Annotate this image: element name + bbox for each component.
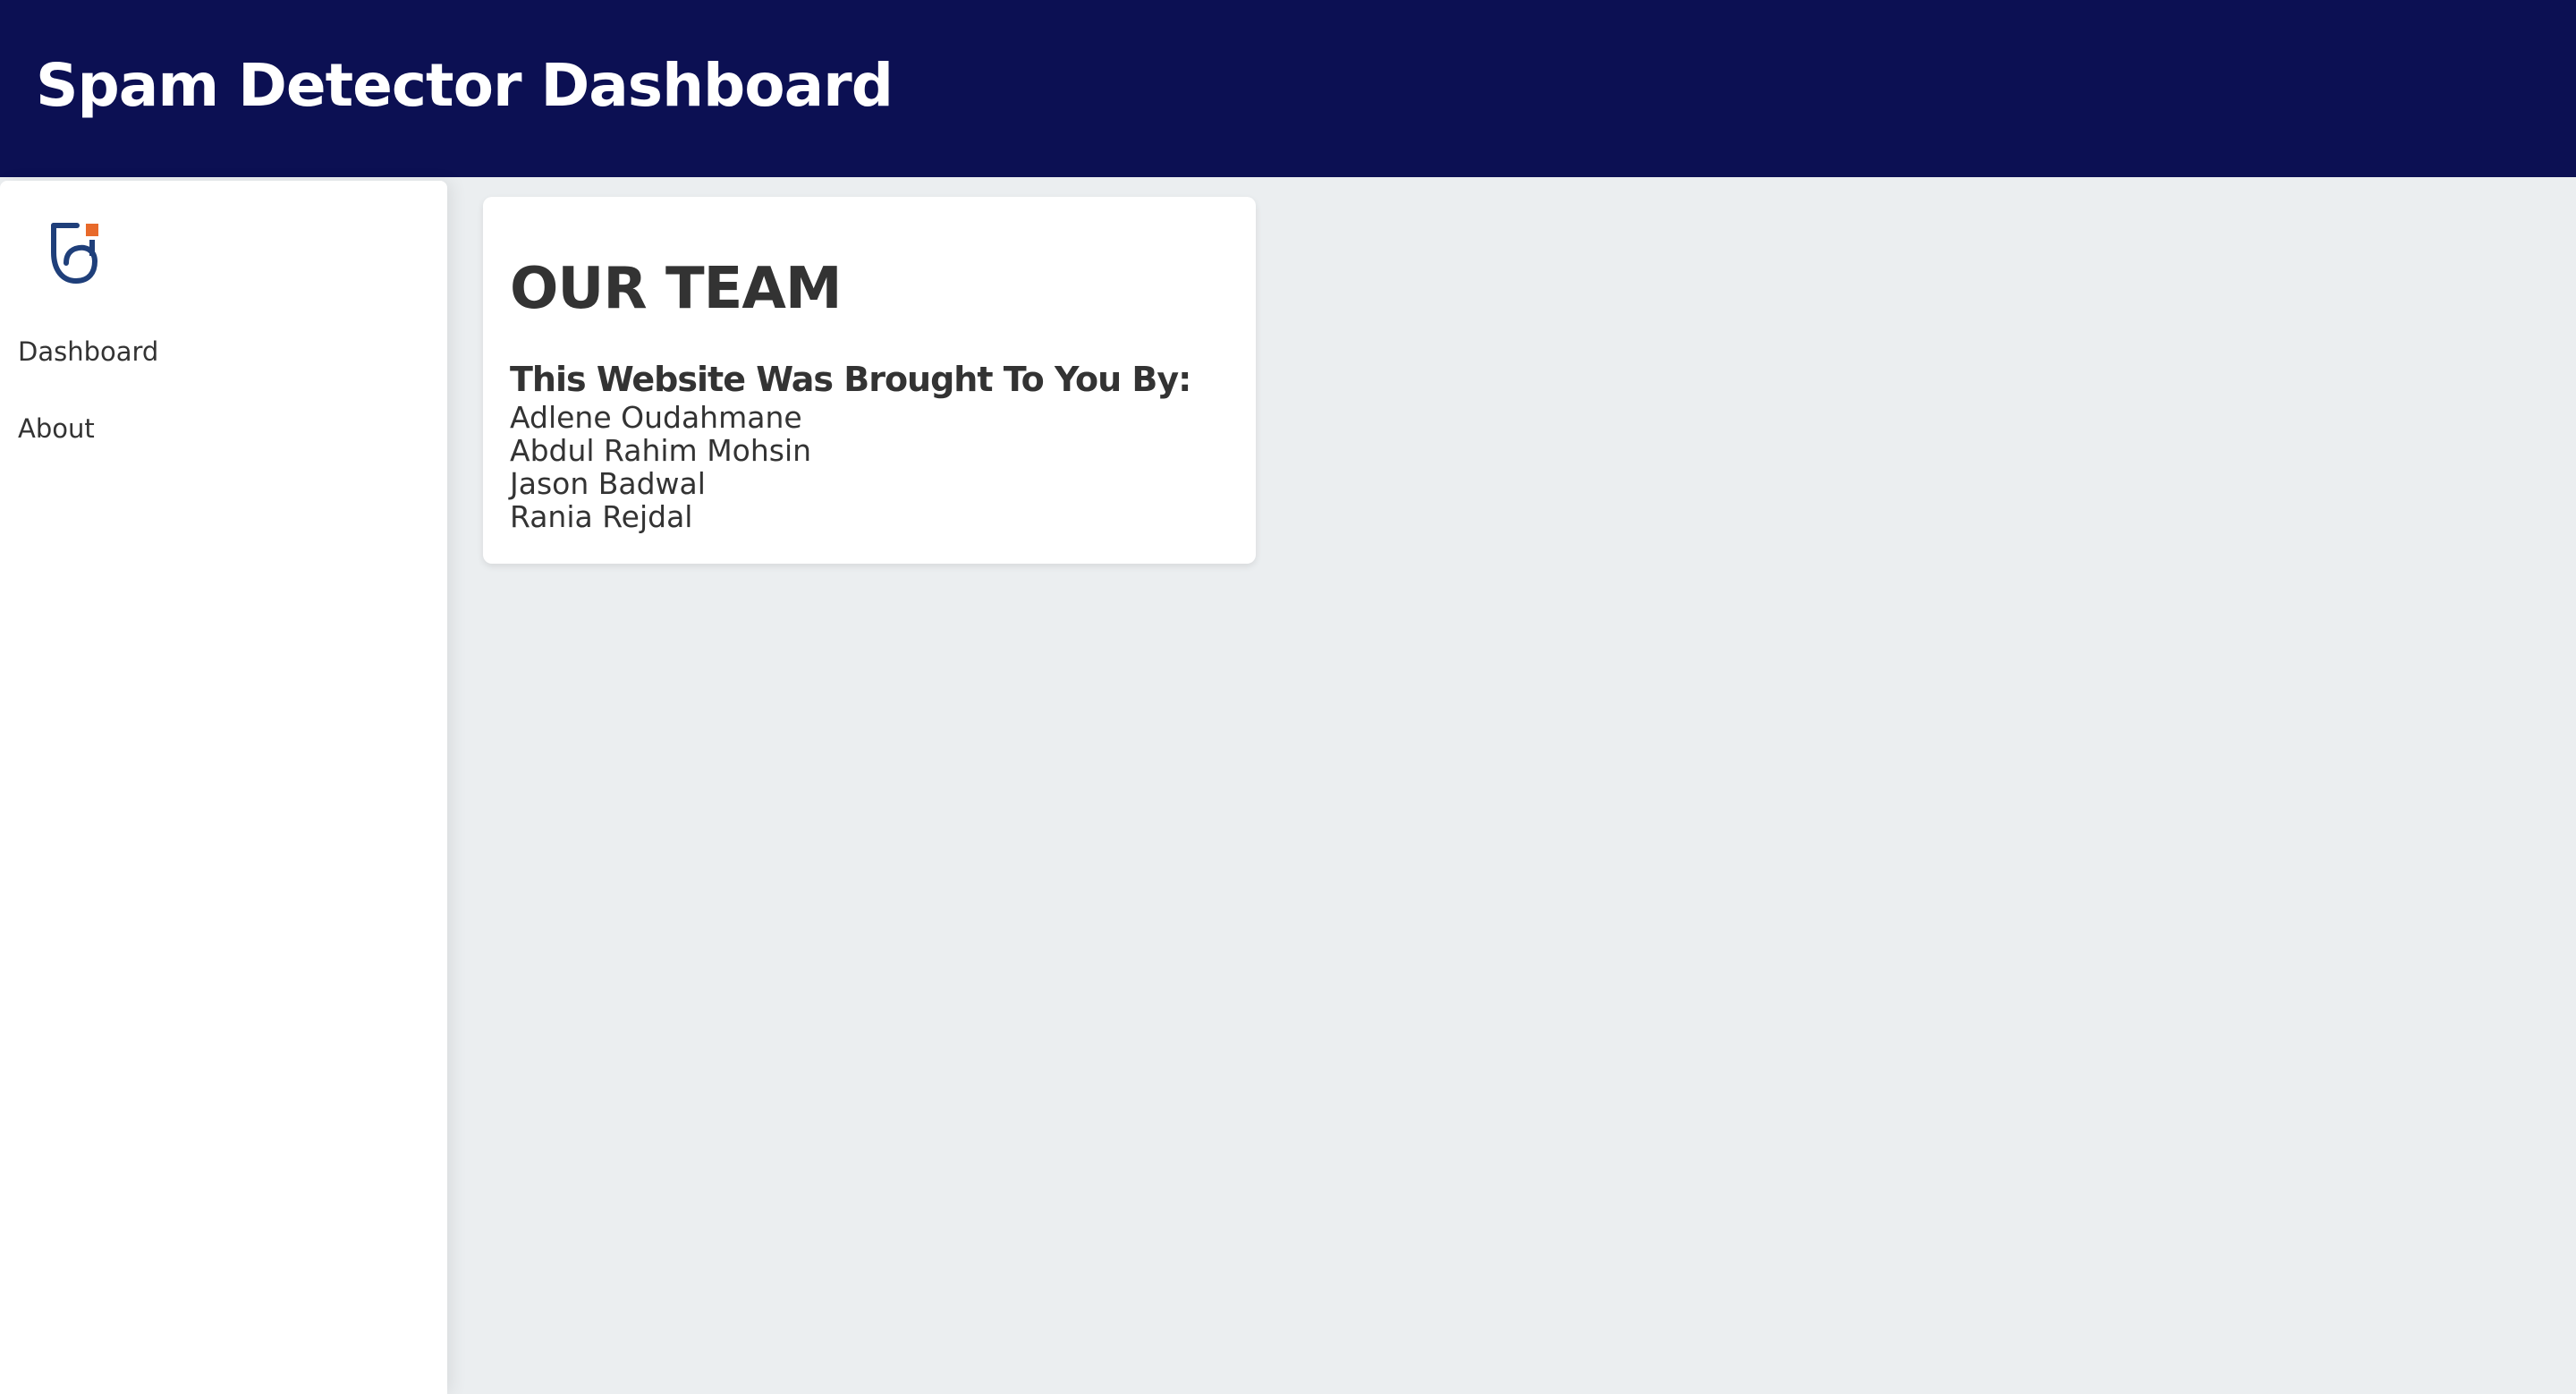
team-subheading: This Website Was Brought To You By: <box>510 360 1191 399</box>
sidebar-item-dashboard[interactable]: Dashboard <box>18 336 158 367</box>
team-card: OUR TEAM This Website Was Brought To You… <box>483 197 1256 564</box>
brand-logo-icon[interactable] <box>50 222 102 286</box>
team-member: Rania Rejdal <box>510 499 693 534</box>
app-title: Spam Detector Dashboard <box>36 51 894 120</box>
top-header: Spam Detector Dashboard <box>0 0 2576 177</box>
sidebar-item-about[interactable]: About <box>18 413 95 444</box>
team-member: Abdul Rahim Mohsin <box>510 433 812 468</box>
team-member-list: Adlene Oudahmane Abdul Rahim Mohsin Jaso… <box>510 401 811 533</box>
team-member: Adlene Oudahmane <box>510 400 802 435</box>
team-member: Jason Badwal <box>510 466 706 501</box>
team-heading: OUR TEAM <box>510 256 843 322</box>
sidebar: Dashboard About <box>0 181 447 1394</box>
